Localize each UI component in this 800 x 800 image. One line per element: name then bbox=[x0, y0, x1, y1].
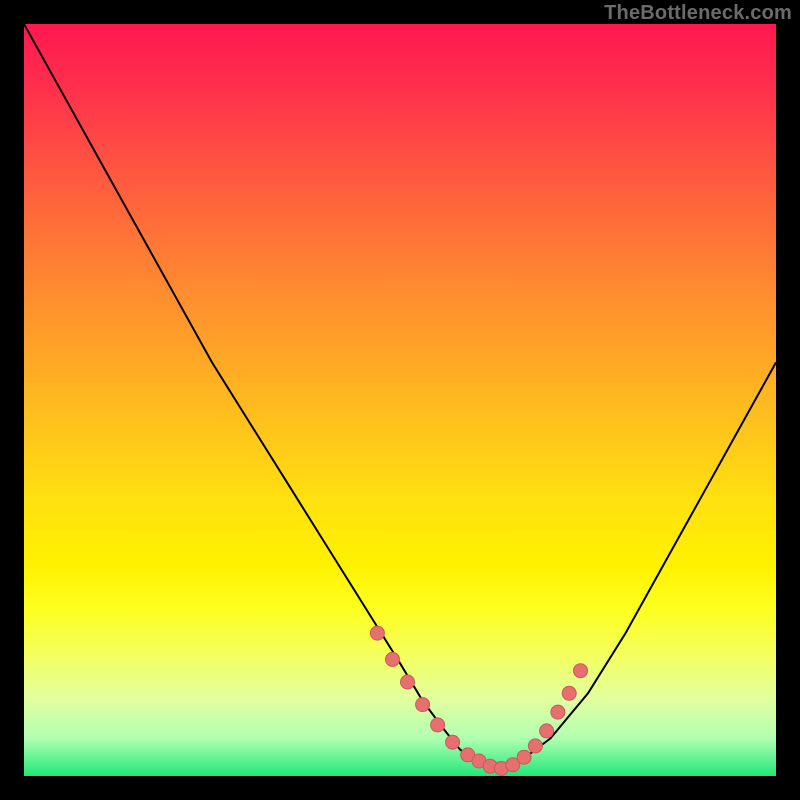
highlight-dot bbox=[446, 735, 460, 749]
highlight-dot bbox=[386, 652, 400, 666]
highlight-dot bbox=[540, 724, 554, 738]
highlight-dot bbox=[551, 705, 565, 719]
highlight-dot bbox=[528, 739, 542, 753]
highlight-dot bbox=[416, 698, 430, 712]
plot-area bbox=[24, 24, 776, 776]
watermark-text: TheBottleneck.com bbox=[604, 2, 792, 25]
highlight-dot bbox=[401, 675, 415, 689]
highlight-dot bbox=[562, 686, 576, 700]
bottleneck-curve bbox=[24, 24, 776, 769]
chart-frame: TheBottleneck.com bbox=[0, 0, 800, 800]
highlight-dot bbox=[370, 626, 384, 640]
highlight-dot bbox=[431, 718, 445, 732]
highlight-dot bbox=[517, 750, 531, 764]
highlight-dot bbox=[574, 664, 588, 678]
curve-layer bbox=[24, 24, 776, 776]
